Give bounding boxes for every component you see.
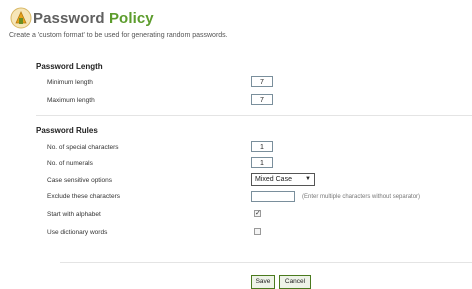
- section-divider: [36, 115, 472, 116]
- case-options-value: Mixed Case: [255, 176, 292, 183]
- exclude-characters-input[interactable]: [251, 191, 295, 202]
- save-button[interactable]: Save: [251, 275, 275, 289]
- footer-divider: [60, 262, 472, 263]
- case-options-select[interactable]: Mixed Case ▼: [251, 173, 315, 186]
- maximum-length-input[interactable]: 7: [251, 94, 273, 105]
- title-policy: Policy: [108, 10, 154, 27]
- password-rules-heading: Password Rules: [36, 126, 98, 135]
- start-alphabet-label: Start with alphabet: [47, 211, 101, 218]
- page-title: Password Policy: [33, 10, 154, 27]
- case-options-label: Case sensitive options: [47, 177, 113, 184]
- dropdown-arrow-icon: ▼: [305, 176, 311, 182]
- minimum-length-label: Minimum length: [47, 79, 93, 86]
- exclude-characters-hint: (Enter multiple characters without separ…: [302, 194, 421, 200]
- numerals-input[interactable]: 1: [251, 157, 273, 168]
- dictionary-words-checkbox[interactable]: [254, 228, 261, 235]
- minimum-length-input[interactable]: 7: [251, 76, 273, 87]
- check-mark-icon: ✓: [255, 210, 261, 217]
- cancel-button[interactable]: Cancel: [279, 275, 311, 289]
- password-policy-logo-icon: [10, 7, 32, 29]
- special-characters-input[interactable]: 1: [251, 141, 273, 152]
- start-alphabet-checkbox[interactable]: ✓: [254, 210, 261, 217]
- dictionary-words-label: Use dictionary words: [47, 229, 108, 236]
- page-subtitle: Create a 'custom format' to be used for …: [9, 32, 228, 39]
- special-characters-label: No. of special characters: [47, 144, 119, 151]
- exclude-characters-label: Exclude these characters: [47, 193, 120, 200]
- title-password: Password: [33, 10, 105, 27]
- numerals-label: No. of numerals: [47, 160, 93, 167]
- password-length-heading: Password Length: [36, 62, 103, 71]
- maximum-length-label: Maximum length: [47, 97, 95, 104]
- page-header: Password Policy Create a 'custom format'…: [0, 0, 472, 44]
